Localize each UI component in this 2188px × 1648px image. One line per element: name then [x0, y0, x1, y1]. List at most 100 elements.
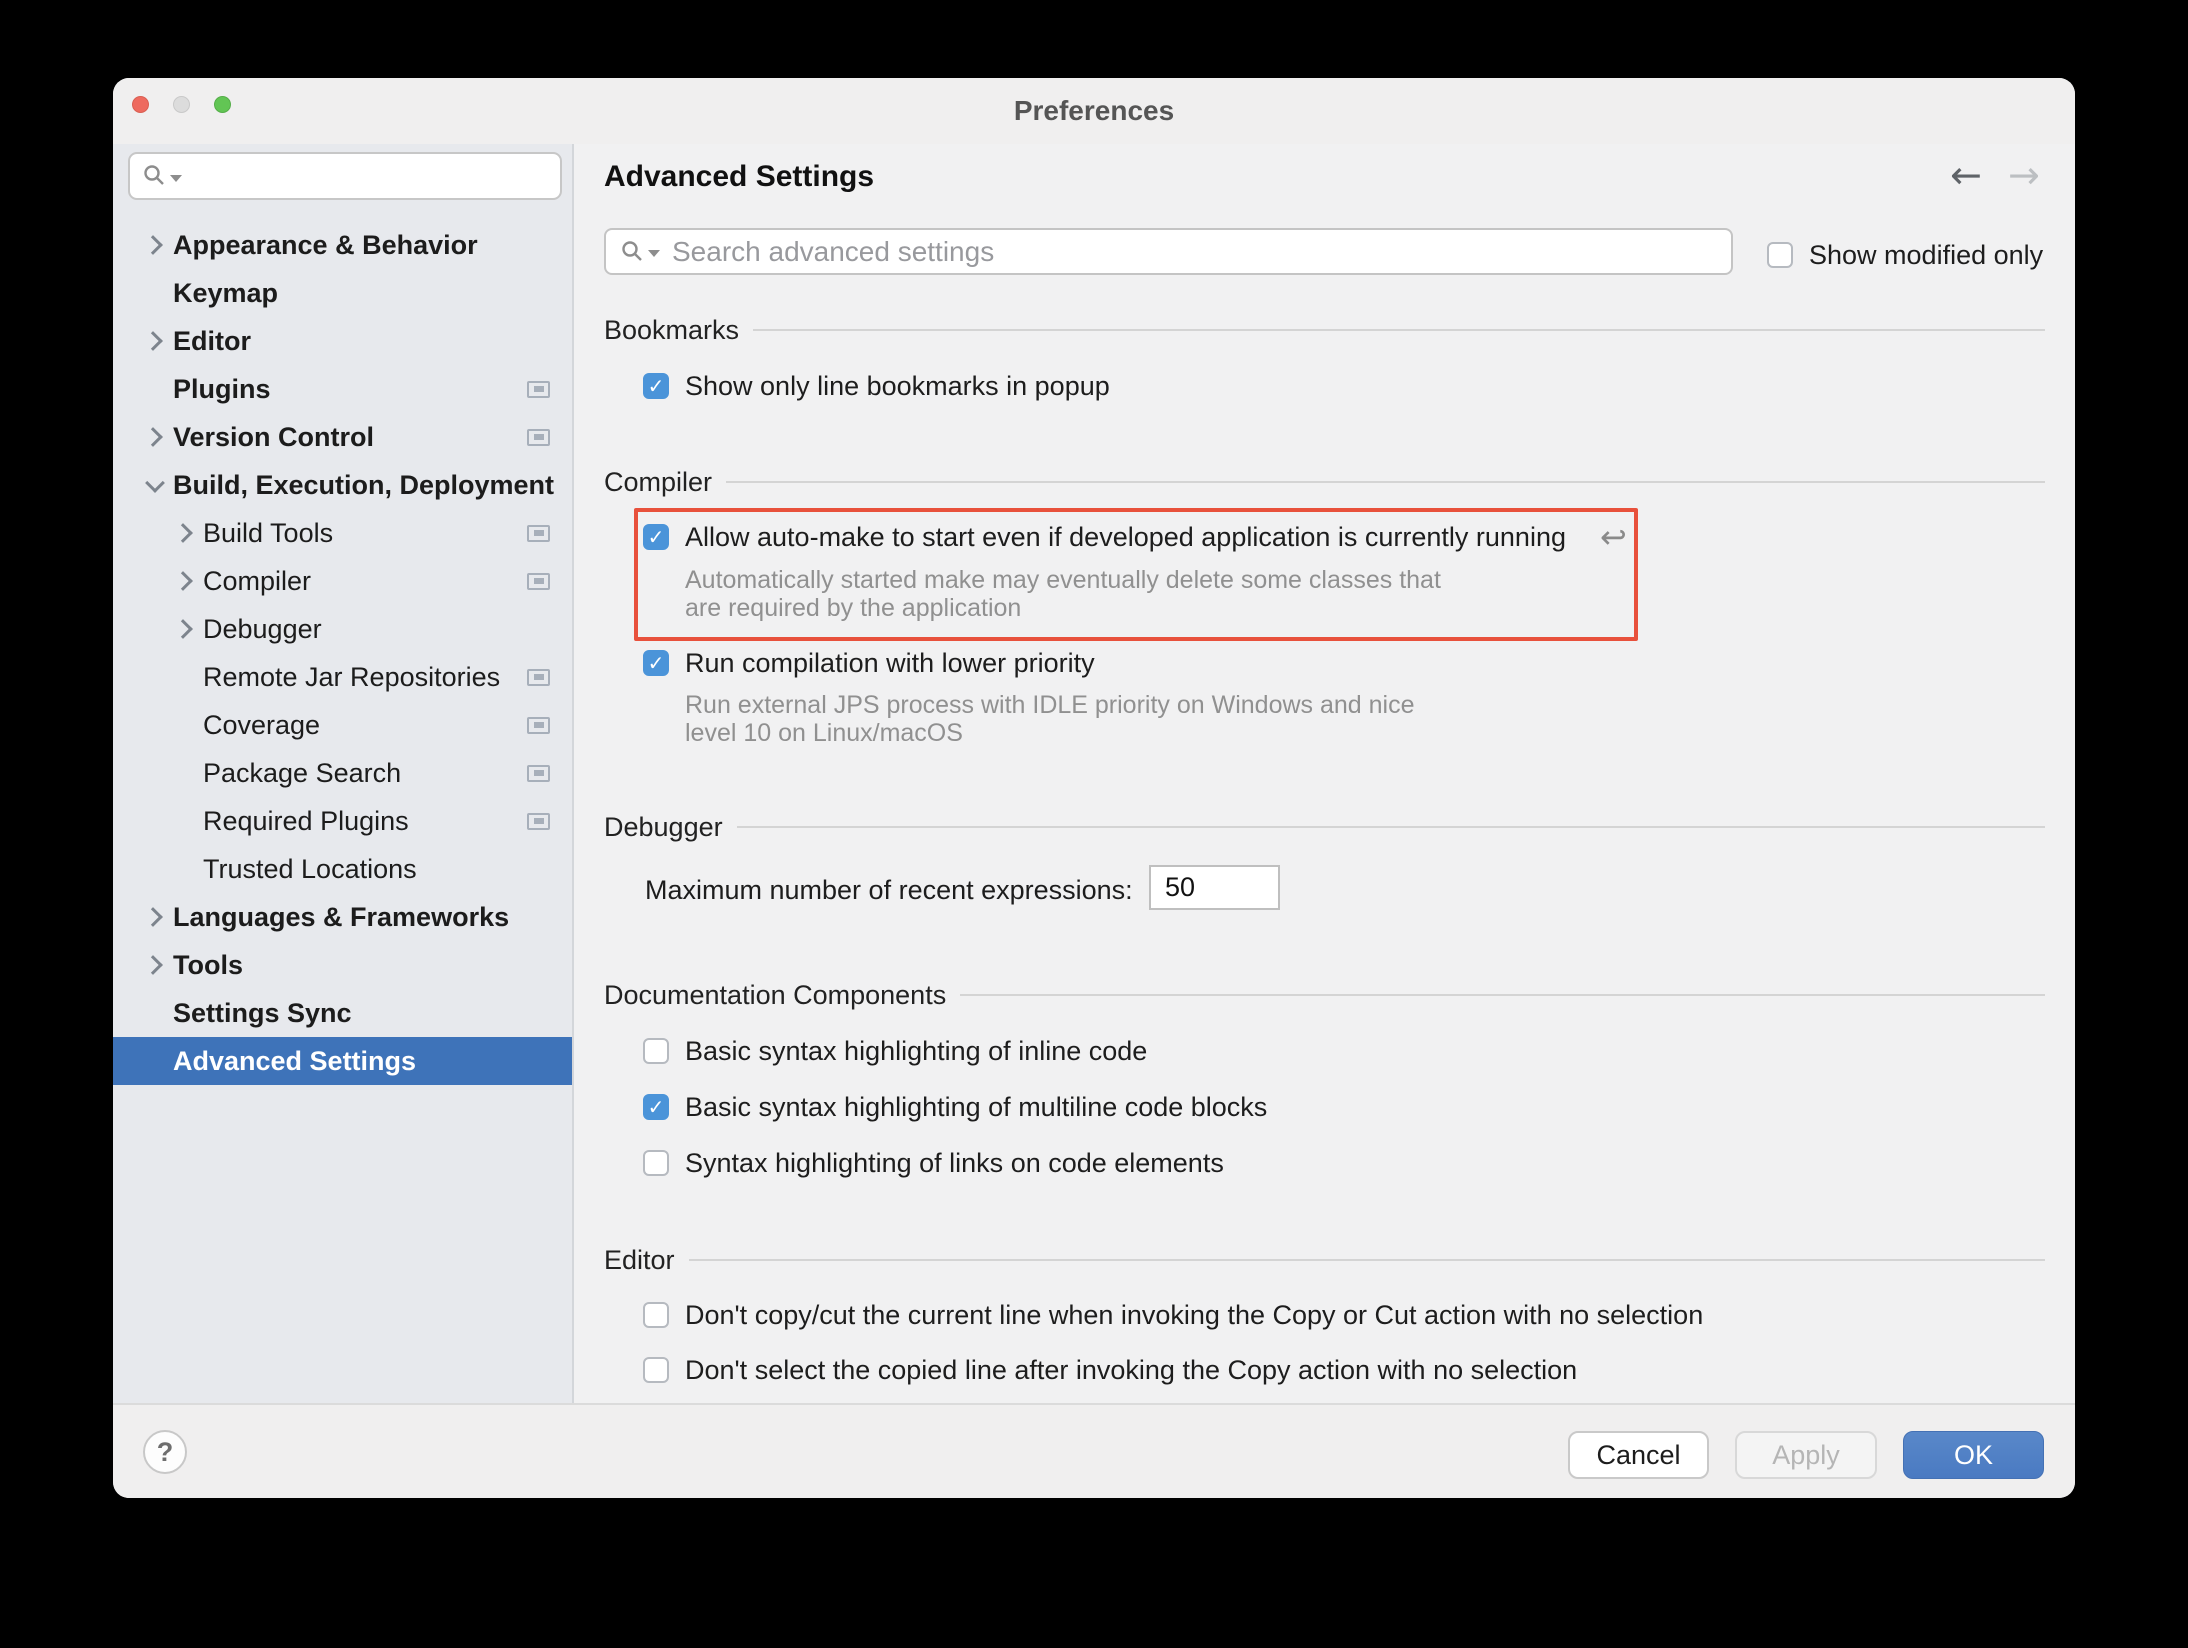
sidebar-item-advanced-settings[interactable]: Advanced Settings — [113, 1037, 572, 1085]
settings-sidebar: Appearance & Behavior Keymap Editor Plugins… — [113, 144, 572, 1403]
sidebar-search-input[interactable] — [182, 159, 548, 193]
dont-select-copied-checkbox[interactable]: ✓ — [643, 1357, 669, 1383]
chevron-down-icon[interactable] — [137, 476, 173, 494]
chevron-right-icon[interactable] — [137, 958, 173, 972]
in-window-settings-icon — [527, 669, 550, 686]
sidebar-item-label: Package Search — [203, 758, 401, 789]
in-window-settings-icon — [527, 381, 550, 398]
section-editor: Editor — [604, 1243, 2045, 1277]
titlebar: Preferences — [113, 78, 2075, 145]
section-divider — [689, 1259, 2045, 1261]
setting-description: level 10 on Linux/macOS — [685, 719, 963, 747]
sidebar-item-package-search[interactable]: Package Search — [113, 749, 572, 797]
sidebar-tree: Appearance & Behavior Keymap Editor Plugins… — [113, 221, 572, 1085]
sidebar-item-editor[interactable]: Editor — [113, 317, 572, 365]
setting-row: ✓ Don't select the copied line after inv… — [643, 1353, 1577, 1387]
sidebar-item-languages-frameworks[interactable]: Languages & Frameworks — [113, 893, 572, 941]
section-title: Editor — [604, 1245, 675, 1276]
sidebar-item-label: Editor — [173, 326, 251, 357]
section-title: Debugger — [604, 812, 723, 843]
recent-expressions-input[interactable] — [1149, 865, 1280, 910]
setting-label: Show only line bookmarks in popup — [685, 371, 1110, 402]
chevron-right-icon[interactable] — [137, 910, 173, 924]
sidebar-item-remote-jar-repositories[interactable]: Remote Jar Repositories — [113, 653, 572, 701]
section-divider — [960, 994, 2045, 996]
chevron-right-icon[interactable] — [137, 430, 173, 444]
section-divider — [753, 329, 2045, 331]
setting-label: Basic syntax highlighting of multiline c… — [685, 1092, 1267, 1123]
advanced-settings-panel: Advanced Settings ← → ✓ Show modified on… — [574, 144, 2075, 1403]
links-highlighting-checkbox[interactable]: ✓ — [643, 1150, 669, 1176]
sidebar-item-label: Build, Execution, Deployment — [173, 470, 554, 501]
section-title: Bookmarks — [604, 315, 739, 346]
advanced-search-input[interactable] — [670, 235, 1717, 269]
auto-make-checkbox[interactable]: ✓ — [643, 524, 669, 550]
back-arrow-icon[interactable]: ← — [1950, 156, 1982, 194]
section-title: Compiler — [604, 467, 712, 498]
sidebar-item-settings-sync[interactable]: Settings Sync — [113, 989, 572, 1037]
chevron-right-icon[interactable] — [167, 574, 203, 588]
sidebar-item-compiler[interactable]: Compiler — [113, 557, 572, 605]
sidebar-item-label: Debugger — [203, 614, 322, 645]
sidebar-item-label: Compiler — [203, 566, 311, 597]
sidebar-item-appearance-behavior[interactable]: Appearance & Behavior — [113, 221, 572, 269]
sidebar-item-build-execution-deployment[interactable]: Build, Execution, Deployment — [113, 461, 572, 509]
sidebar-item-coverage[interactable]: Coverage — [113, 701, 572, 749]
setting-description: are required by the application — [685, 594, 1021, 622]
sidebar-item-plugins[interactable]: Plugins — [113, 365, 572, 413]
section-documentation-components: Documentation Components — [604, 978, 2045, 1012]
setting-row: ✓ Basic syntax highlighting of multiline… — [643, 1090, 1267, 1124]
sidebar-item-required-plugins[interactable]: Required Plugins — [113, 797, 572, 845]
chevron-right-icon[interactable] — [167, 526, 203, 540]
search-icon — [142, 163, 182, 189]
section-debugger: Debugger — [604, 810, 2045, 844]
sidebar-item-label: Version Control — [173, 422, 374, 453]
inline-code-checkbox[interactable]: ✓ — [643, 1038, 669, 1064]
preferences-window: Preferences Appearance & Behavior Keymap E… — [113, 78, 2075, 1498]
show-modified-label: Show modified only — [1809, 240, 2043, 271]
section-divider — [726, 481, 2045, 483]
sidebar-search-field[interactable] — [128, 152, 562, 200]
sidebar-item-version-control[interactable]: Version Control — [113, 413, 572, 461]
setting-description: Automatically started make may eventuall… — [685, 566, 1441, 594]
sidebar-item-tools[interactable]: Tools — [113, 941, 572, 989]
advanced-search-field[interactable] — [604, 228, 1733, 275]
chevron-right-icon[interactable] — [167, 622, 203, 636]
apply-button[interactable]: Apply — [1735, 1431, 1877, 1479]
search-history-caret-icon — [170, 175, 182, 182]
setting-label: Don't copy/cut the current line when inv… — [685, 1300, 1703, 1331]
reset-to-default-icon[interactable]: ↩ — [1600, 521, 1627, 553]
sidebar-item-label: Plugins — [173, 374, 271, 405]
sidebar-item-label: Advanced Settings — [173, 1046, 416, 1077]
setting-label: Basic syntax highlighting of inline code — [685, 1036, 1147, 1067]
in-window-settings-icon — [527, 573, 550, 590]
help-button[interactable]: ? — [143, 1430, 187, 1474]
dont-copy-cut-checkbox[interactable]: ✓ — [643, 1302, 669, 1328]
lower-priority-checkbox[interactable]: ✓ — [643, 650, 669, 676]
show-modified-checkbox[interactable]: ✓ — [1767, 242, 1793, 268]
section-title: Documentation Components — [604, 980, 946, 1011]
sidebar-item-keymap[interactable]: Keymap — [113, 269, 572, 317]
line-bookmarks-checkbox[interactable]: ✓ — [643, 373, 669, 399]
sidebar-item-label: Appearance & Behavior — [173, 230, 478, 261]
sidebar-item-trusted-locations[interactable]: Trusted Locations — [113, 845, 572, 893]
chevron-right-icon[interactable] — [137, 334, 173, 348]
in-window-settings-icon — [527, 717, 550, 734]
cancel-button[interactable]: Cancel — [1568, 1431, 1709, 1479]
setting-label: Syntax highlighting of links on code ele… — [685, 1148, 1224, 1179]
setting-label: Don't select the copied line after invok… — [685, 1355, 1577, 1386]
sidebar-item-label: Remote Jar Repositories — [203, 662, 500, 693]
sidebar-item-build-tools[interactable]: Build Tools — [113, 509, 572, 557]
sidebar-item-label: Trusted Locations — [203, 854, 417, 885]
sidebar-item-debugger[interactable]: Debugger — [113, 605, 572, 653]
chevron-right-icon[interactable] — [137, 238, 173, 252]
in-window-settings-icon — [527, 429, 550, 446]
sidebar-item-label: Settings Sync — [173, 998, 352, 1029]
multiline-code-checkbox[interactable]: ✓ — [643, 1094, 669, 1120]
search-history-caret-icon — [648, 250, 660, 257]
sidebar-item-label: Keymap — [173, 278, 278, 309]
in-window-settings-icon — [527, 813, 550, 830]
ok-button[interactable]: OK — [1903, 1431, 2044, 1479]
setting-row: ✓ Syntax highlighting of links on code e… — [643, 1146, 1224, 1180]
sidebar-item-label: Required Plugins — [203, 806, 409, 837]
